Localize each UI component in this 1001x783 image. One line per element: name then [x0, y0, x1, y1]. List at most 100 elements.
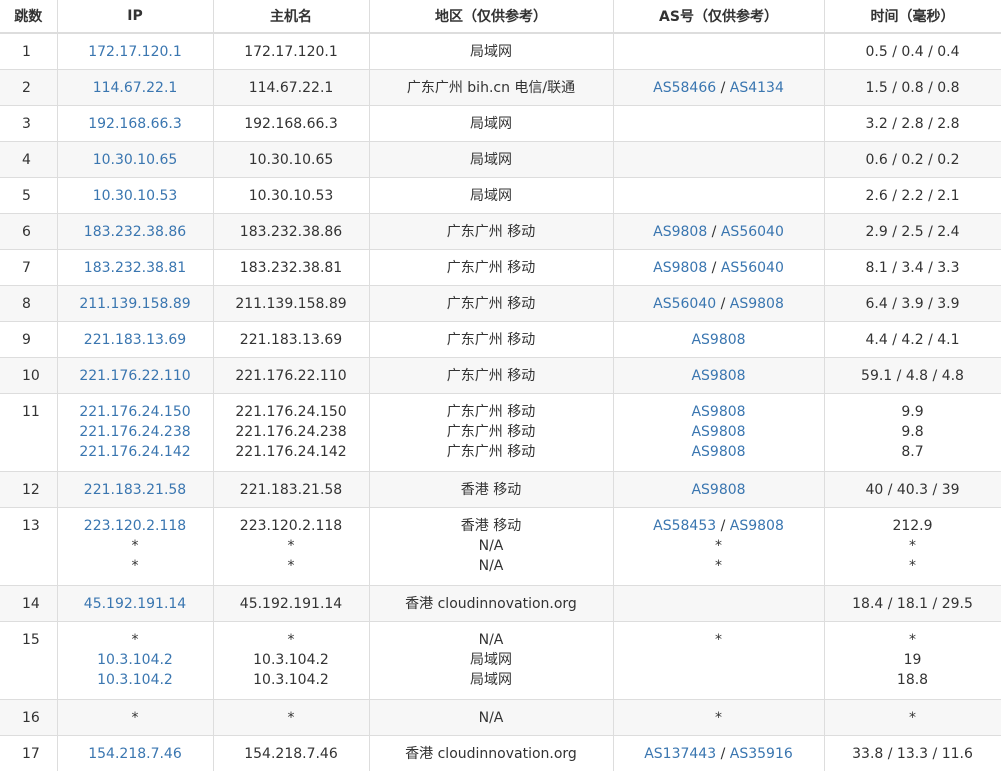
hostname-text: 10.30.10.65: [248, 151, 334, 168]
time-text: 4.4 / 4.2 / 4.1: [865, 331, 960, 348]
as-line: [614, 594, 824, 614]
ip-link[interactable]: 154.218.7.46: [58, 744, 213, 764]
as-link[interactable]: AS9808: [730, 518, 784, 534]
as-cell: *: [613, 698, 825, 735]
as-line: [614, 42, 824, 62]
region-text: 广东广州 移动: [446, 223, 536, 240]
as-link[interactable]: AS56040: [721, 224, 784, 240]
ip-link[interactable]: 183.232.38.81: [58, 258, 213, 278]
as-link[interactable]: AS4134: [730, 80, 784, 96]
time-cell: 2.6 / 2.2 / 2.1: [824, 176, 1001, 213]
as-separator: /: [716, 295, 730, 312]
as-link[interactable]: AS56040: [721, 260, 784, 276]
as-link[interactable]: AS35916: [730, 746, 793, 762]
as-line: [614, 186, 824, 206]
hostname-cell: 221.176.24.150 221.176.24.238 221.176.24.1…: [213, 392, 370, 471]
region-text: 局域网: [470, 651, 512, 668]
region-cell: 局域网: [369, 104, 614, 141]
ip-link[interactable]: 221.183.21.58: [58, 480, 213, 500]
ip-link[interactable]: 192.168.66.3: [58, 114, 213, 134]
ip-link[interactable]: 223.120.2.118: [58, 516, 213, 536]
as-cell: AS9808 AS9808 AS9808: [613, 392, 825, 471]
column-header-hop: 跳数: [0, 0, 58, 34]
ip-link[interactable]: 221.176.22.110: [58, 366, 213, 386]
hostname-text: *: [287, 557, 295, 574]
as-line: AS9808 / AS56040: [614, 222, 824, 242]
region-text: 广东广州 移动: [446, 423, 536, 440]
as-link[interactable]: AS58453: [653, 518, 716, 534]
ip-link[interactable]: 10.30.10.53: [58, 186, 213, 206]
ip-link[interactable]: 221.176.24.142: [58, 442, 213, 462]
ip-cell: 221.183.13.69: [57, 320, 214, 357]
as-link[interactable]: AS9808: [691, 482, 745, 498]
ip-link[interactable]: 221.176.24.150: [58, 402, 213, 422]
as-unknown: *: [715, 557, 722, 574]
as-link[interactable]: AS9808: [691, 368, 745, 384]
region-text: N/A: [478, 557, 504, 574]
hostname-text: 183.232.38.86: [239, 223, 343, 240]
time-cell: 3.2 / 2.8 / 2.8: [824, 104, 1001, 141]
time-text: 18.8: [896, 671, 929, 688]
ip-link[interactable]: 10.30.10.65: [58, 150, 213, 170]
as-line: *: [614, 536, 824, 556]
hostname-text: *: [287, 709, 295, 726]
hostname-text: 183.232.38.81: [239, 259, 343, 276]
as-link[interactable]: AS9808: [653, 260, 707, 276]
hostname-cell: 154.218.7.46: [213, 734, 370, 771]
ip-link[interactable]: 221.176.24.238: [58, 422, 213, 442]
ip-cell: 10.30.10.53: [57, 176, 214, 213]
time-text: 18.4 / 18.1 / 29.5: [852, 595, 973, 612]
ip-cell: 211.139.158.89: [57, 284, 214, 321]
ip-unknown: *: [131, 557, 139, 574]
as-cell: AS56040 / AS9808: [613, 284, 825, 321]
as-line: AS9808: [614, 330, 824, 350]
hostname-cell: *: [213, 698, 370, 735]
table-row: 4 10.30.10.65 10.30.10.65 局域网 0.6 / 0.2 / 0.…: [0, 140, 1001, 177]
as-line: AS9808: [614, 402, 824, 422]
table-row: 11 221.176.24.150 221.176.24.238 221.176.24…: [0, 392, 1001, 471]
ip-link[interactable]: 10.3.104.2: [58, 650, 213, 670]
hop-number: 17: [0, 734, 58, 771]
hostname-text: 10.3.104.2: [253, 671, 329, 688]
as-cell: [613, 32, 825, 69]
time-text: 9.9: [901, 403, 924, 420]
ip-link[interactable]: 211.139.158.89: [58, 294, 213, 314]
as-link[interactable]: AS58466: [653, 80, 716, 96]
column-header-ip: IP: [57, 0, 214, 34]
table-row: 15 * 10.3.104.2 10.3.104.2 * 10.3.104.2 10.3.1…: [0, 620, 1001, 699]
ip-cell: * 10.3.104.2 10.3.104.2: [57, 620, 214, 699]
as-link[interactable]: AS9808: [653, 224, 707, 240]
as-line: AS9808: [614, 480, 824, 500]
hostname-text: 114.67.22.1: [248, 79, 334, 96]
hop-number: 16: [0, 698, 58, 735]
region-text: 局域网: [470, 671, 512, 688]
ip-link[interactable]: 221.183.13.69: [58, 330, 213, 350]
as-link[interactable]: AS9808: [691, 424, 745, 440]
table-row: 2 114.67.22.1 114.67.22.1 广东广州 bih.cn 电信/联通…: [0, 68, 1001, 105]
time-cell: 8.1 / 3.4 / 3.3: [824, 248, 1001, 285]
as-link[interactable]: AS137443: [644, 746, 716, 762]
ip-link[interactable]: 114.67.22.1: [58, 78, 213, 98]
ip-link[interactable]: 45.192.191.14: [58, 594, 213, 614]
as-unknown: *: [715, 709, 722, 726]
time-cell: 59.1 / 4.8 / 4.8: [824, 356, 1001, 393]
hostname-cell: 10.30.10.53: [213, 176, 370, 213]
as-link[interactable]: AS9808: [730, 296, 784, 312]
ip-link[interactable]: 183.232.38.86: [58, 222, 213, 242]
ip-link[interactable]: 172.17.120.1: [58, 42, 213, 62]
region-cell: 广东广州 移动: [369, 284, 614, 321]
as-link[interactable]: AS9808: [691, 332, 745, 348]
as-link[interactable]: AS9808: [691, 404, 745, 420]
as-link[interactable]: AS56040: [653, 296, 716, 312]
hostname-text: 221.183.13.69: [239, 331, 343, 348]
as-cell: AS9808: [613, 356, 825, 393]
as-link[interactable]: AS9808: [691, 444, 745, 460]
ip-cell: 154.218.7.46: [57, 734, 214, 771]
ip-link[interactable]: 10.3.104.2: [58, 670, 213, 690]
region-text: 局域网: [470, 187, 512, 204]
time-text: 3.2 / 2.8 / 2.8: [865, 115, 960, 132]
as-cell: AS9808: [613, 320, 825, 357]
as-unknown: *: [715, 537, 722, 554]
hostname-cell: 192.168.66.3: [213, 104, 370, 141]
ip-cell: 223.120.2.118 * *: [57, 506, 214, 585]
